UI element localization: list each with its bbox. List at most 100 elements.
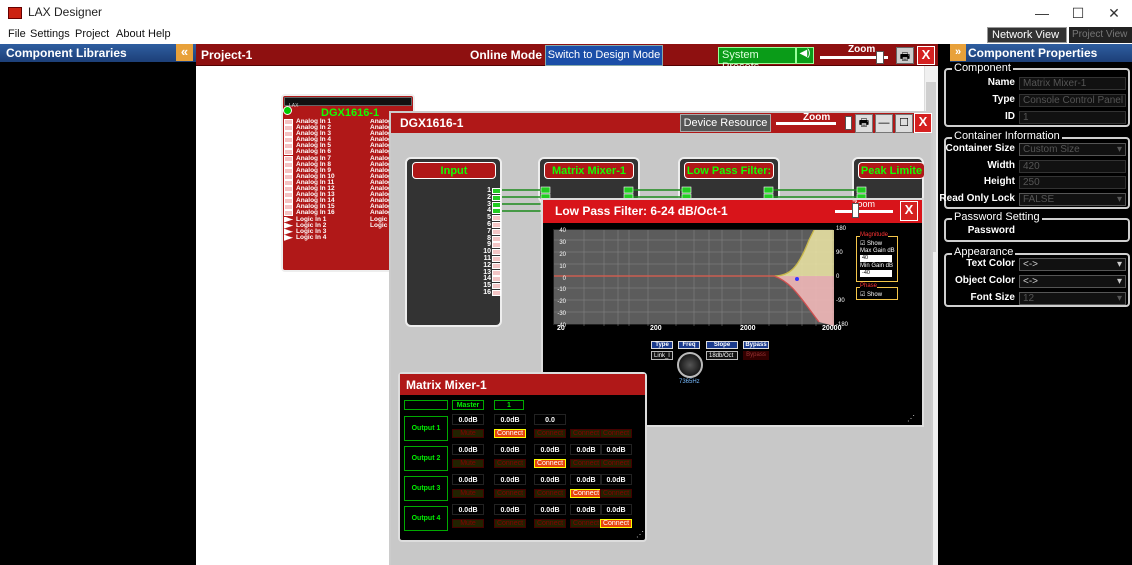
tab-network-view[interactable]: Network View: [987, 27, 1067, 43]
height-field[interactable]: 250: [1019, 176, 1126, 189]
connect-button[interactable]: Connect: [494, 519, 526, 528]
input-pin[interactable]: [492, 235, 501, 242]
gain-cell[interactable]: 0.0dB: [494, 444, 526, 455]
close-window-button[interactable]: ✕: [1096, 0, 1132, 26]
print-icon[interactable]: 🖶: [896, 47, 914, 64]
lpf-zoom-handle[interactable]: [852, 203, 859, 218]
input-pin[interactable]: [492, 249, 501, 256]
gain-cell[interactable]: 0.0dB: [600, 474, 632, 485]
frequency-knob[interactable]: [677, 352, 703, 378]
connect-button[interactable]: Connect: [534, 459, 566, 468]
input-pin[interactable]: [492, 194, 501, 201]
connect-button[interactable]: Connect: [570, 489, 602, 498]
connect-button[interactable]: Connect: [534, 429, 566, 438]
gain-cell[interactable]: 0.0dB: [570, 474, 602, 485]
width-field[interactable]: 420: [1019, 160, 1126, 173]
input-pin[interactable]: [492, 283, 501, 290]
font-size-select[interactable]: 12 ▾: [1019, 292, 1126, 305]
connect-button[interactable]: Connect: [570, 459, 602, 468]
tab-project-view[interactable]: Project View: [1069, 27, 1132, 43]
gain-cell[interactable]: 0.0dB: [534, 474, 566, 485]
resize-grip-icon[interactable]: ⋰: [636, 530, 644, 539]
name-field[interactable]: Matrix Mixer-1: [1019, 77, 1126, 90]
device-zoom-track[interactable]: [776, 122, 836, 125]
container-size-select[interactable]: Custom Size ▾: [1019, 143, 1126, 156]
speaker-icon[interactable]: ◀): [796, 47, 814, 64]
input-pin[interactable]: [492, 221, 501, 228]
maximize-device-button[interactable]: ☐: [895, 114, 913, 133]
input-pin[interactable]: [492, 269, 501, 276]
input-pin[interactable]: [492, 276, 501, 283]
menu-file[interactable]: File: [8, 28, 26, 40]
close-lpf-button[interactable]: X: [900, 201, 918, 221]
read-only-lock-select[interactable]: FALSE ▾: [1019, 193, 1126, 206]
connect-button[interactable]: Connect: [534, 519, 566, 528]
resize-grip-icon[interactable]: ⋰: [907, 414, 915, 423]
input-pin[interactable]: [492, 242, 501, 249]
input-pin[interactable]: [492, 255, 501, 262]
gain-cell[interactable]: 0.0dB: [452, 444, 484, 455]
connect-button[interactable]: Connect: [570, 429, 602, 438]
input-pin[interactable]: [492, 289, 501, 296]
gain-cell[interactable]: 0.0: [534, 414, 566, 425]
magnitude-show-checkbox[interactable]: ☑ Show: [860, 240, 882, 247]
lpf-zoom-track[interactable]: [835, 210, 893, 213]
connect-button[interactable]: Connect: [600, 519, 632, 528]
maximize-button[interactable]: ☐: [1060, 0, 1096, 26]
connect-button[interactable]: Connect: [494, 429, 526, 438]
id-field[interactable]: 1: [1019, 111, 1126, 124]
connect-button[interactable]: Connect: [534, 489, 566, 498]
connect-button[interactable]: Connect: [494, 489, 526, 498]
print-icon[interactable]: 🖶: [855, 114, 873, 133]
gain-cell[interactable]: 0.0dB: [534, 444, 566, 455]
bypass-button[interactable]: Bypass: [743, 351, 769, 360]
menu-project[interactable]: Project: [75, 28, 109, 40]
gain-cell[interactable]: 0.0dB: [570, 504, 602, 515]
input-pin[interactable]: [492, 215, 501, 222]
menu-help[interactable]: Help: [148, 28, 171, 40]
input-pin[interactable]: [492, 188, 501, 194]
object-color-select[interactable]: <-> ▾: [1019, 275, 1126, 288]
menu-settings[interactable]: Settings: [30, 28, 70, 40]
type-field[interactable]: Console Control Panel: [1019, 94, 1126, 107]
mute-button[interactable]: Mute: [452, 489, 484, 498]
close-device-button[interactable]: X: [914, 113, 932, 133]
switch-to-design-mode-button[interactable]: Switch to Design Mode: [545, 45, 663, 66]
connect-button[interactable]: Connect: [600, 489, 632, 498]
system-presets-button[interactable]: System Presets: [718, 47, 796, 73]
mute-button[interactable]: Mute: [452, 459, 484, 468]
zoom-slider-handle[interactable]: [876, 51, 884, 64]
device-zoom-handle[interactable]: [845, 116, 852, 130]
input-pin[interactable]: [492, 228, 501, 235]
input-pin[interactable]: [492, 208, 501, 215]
device-resource-button[interactable]: Device Resource: [680, 114, 771, 132]
input-pin[interactable]: [492, 262, 501, 269]
min-gain-select[interactable]: -40: [860, 270, 892, 277]
max-gain-select[interactable]: 40: [860, 255, 892, 262]
input-pin[interactable]: [492, 201, 501, 208]
minimize-button[interactable]: —: [1024, 0, 1060, 26]
mute-button[interactable]: Mute: [452, 519, 484, 528]
gain-cell[interactable]: 0.0dB: [494, 504, 526, 515]
minimize-device-button[interactable]: —: [875, 114, 893, 133]
gain-cell[interactable]: 0.0dB: [570, 444, 602, 455]
gain-cell[interactable]: 0.0dB: [452, 504, 484, 515]
text-color-select[interactable]: <-> ▾: [1019, 258, 1126, 271]
mute-button[interactable]: Mute: [452, 429, 484, 438]
collapse-left-panel-button[interactable]: «: [176, 44, 193, 61]
gain-cell[interactable]: 0.0dB: [600, 444, 632, 455]
connect-button[interactable]: Connect: [570, 519, 602, 528]
gain-cell[interactable]: 0.0dB: [452, 474, 484, 485]
type-value[interactable]: Link_l: [651, 351, 673, 360]
gain-cell[interactable]: 0.0dB: [452, 414, 484, 425]
gain-cell[interactable]: 0.0dB: [600, 504, 632, 515]
gain-cell[interactable]: 0.0dB: [494, 414, 526, 425]
connect-button[interactable]: Connect: [600, 459, 632, 468]
connect-button[interactable]: Connect: [600, 429, 632, 438]
gain-cell[interactable]: 0.0dB: [534, 504, 566, 515]
phase-show-checkbox[interactable]: ☑ Show: [860, 291, 882, 298]
frequency-response-graph[interactable]: [553, 229, 834, 326]
connect-button[interactable]: Connect: [494, 459, 526, 468]
expand-right-panel-button[interactable]: »: [950, 44, 966, 61]
gain-cell[interactable]: 0.0dB: [494, 474, 526, 485]
